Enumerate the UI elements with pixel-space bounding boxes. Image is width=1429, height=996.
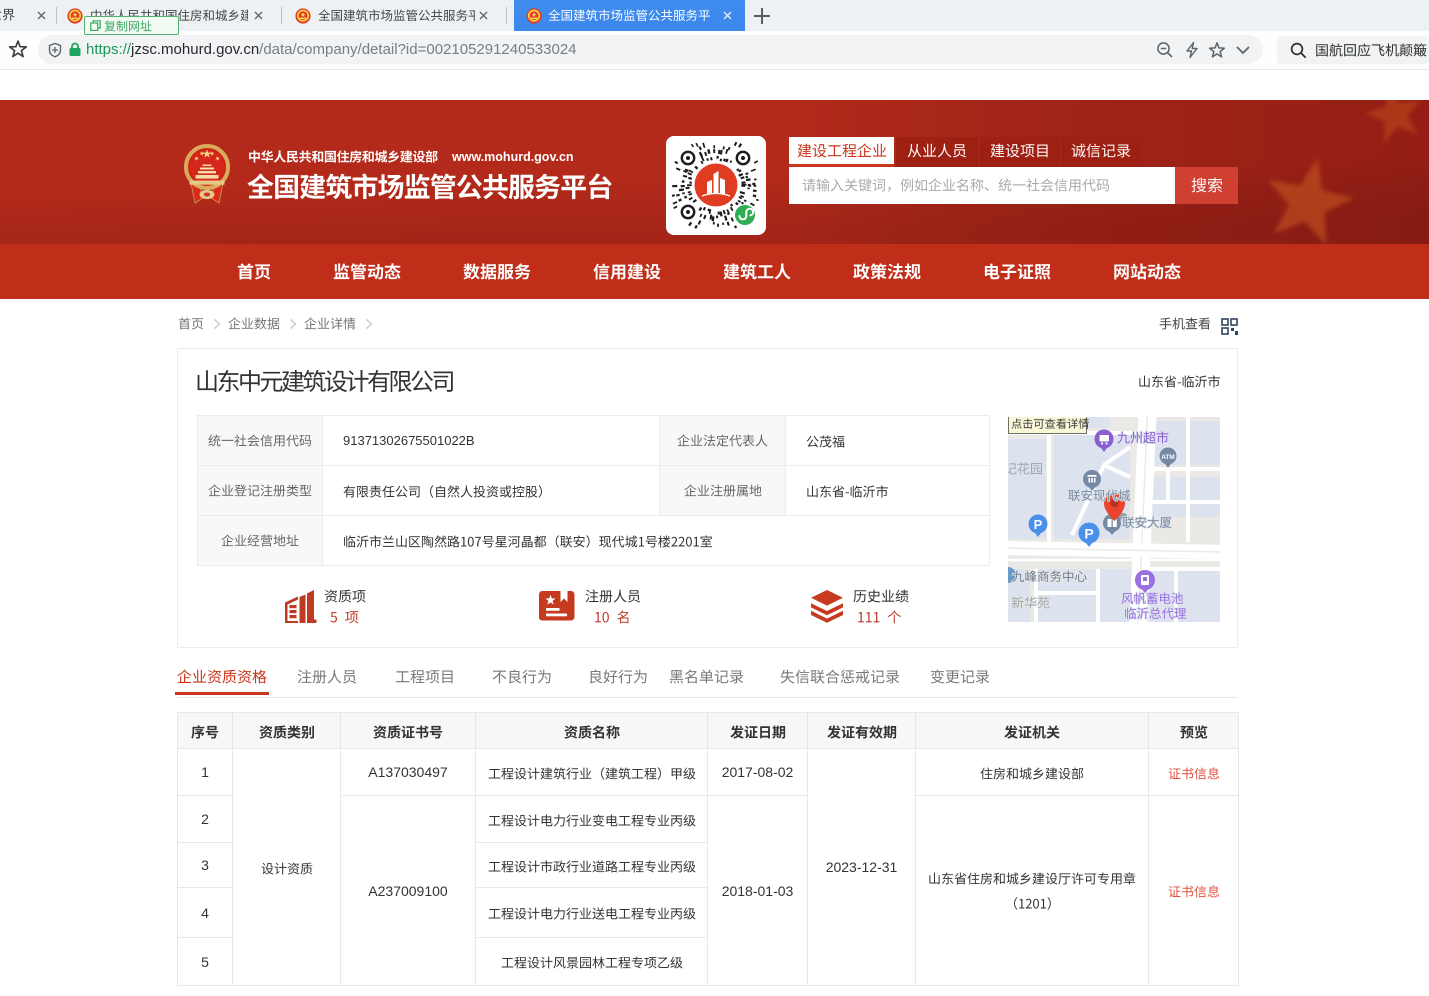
svg-text:P: P [1084,526,1093,542]
svg-text:P: P [1034,517,1043,532]
svg-text:ATM: ATM [1161,454,1175,461]
